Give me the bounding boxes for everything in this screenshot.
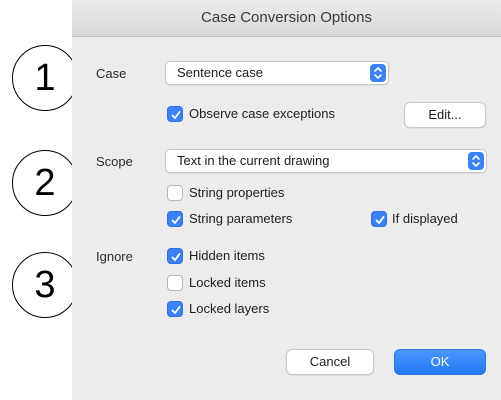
scope-popup-stepper-icon — [468, 152, 484, 170]
cancel-button[interactable]: Cancel — [286, 349, 374, 375]
if-displayed-label[interactable]: If displayed — [392, 211, 458, 227]
checkmark-icon — [171, 306, 181, 314]
case-label: Case — [96, 66, 127, 81]
locked-layers-label[interactable]: Locked layers — [189, 301, 269, 317]
scope-popup-value: Text in the current drawing — [177, 153, 330, 168]
locked-items-label[interactable]: Locked items — [189, 275, 266, 291]
if-displayed-checkbox[interactable] — [371, 211, 387, 227]
callout-1: 1 — [12, 45, 78, 111]
case-conversion-dialog: Case Conversion Options Case Sentence ca… — [72, 0, 501, 400]
scope-popup[interactable]: Text in the current drawing — [165, 149, 487, 173]
edit-button[interactable]: Edit... — [404, 102, 486, 128]
case-popup[interactable]: Sentence case — [165, 61, 389, 85]
dialog-title: Case Conversion Options — [72, 0, 501, 37]
checkmark-icon — [171, 253, 181, 261]
observe-exceptions-checkbox[interactable] — [167, 106, 183, 122]
hidden-items-label[interactable]: Hidden items — [189, 248, 265, 264]
string-properties-checkbox[interactable] — [167, 185, 183, 201]
callout-2: 2 — [12, 150, 78, 216]
hidden-items-checkbox[interactable] — [167, 248, 183, 264]
ignore-label: Ignore — [96, 249, 133, 264]
locked-items-checkbox[interactable] — [167, 275, 183, 291]
checkmark-icon — [171, 216, 181, 224]
observe-exceptions-label[interactable]: Observe case exceptions — [189, 106, 335, 122]
case-popup-stepper-icon — [370, 64, 386, 82]
ok-button[interactable]: OK — [394, 349, 486, 375]
scope-label: Scope — [96, 154, 133, 169]
checkmark-icon — [171, 111, 181, 119]
callout-3: 3 — [12, 252, 78, 318]
checkmark-icon — [375, 216, 385, 224]
string-parameters-label[interactable]: String parameters — [189, 211, 292, 227]
locked-layers-checkbox[interactable] — [167, 301, 183, 317]
string-parameters-checkbox[interactable] — [167, 211, 183, 227]
string-properties-label[interactable]: String properties — [189, 185, 284, 201]
case-popup-value: Sentence case — [177, 65, 264, 80]
